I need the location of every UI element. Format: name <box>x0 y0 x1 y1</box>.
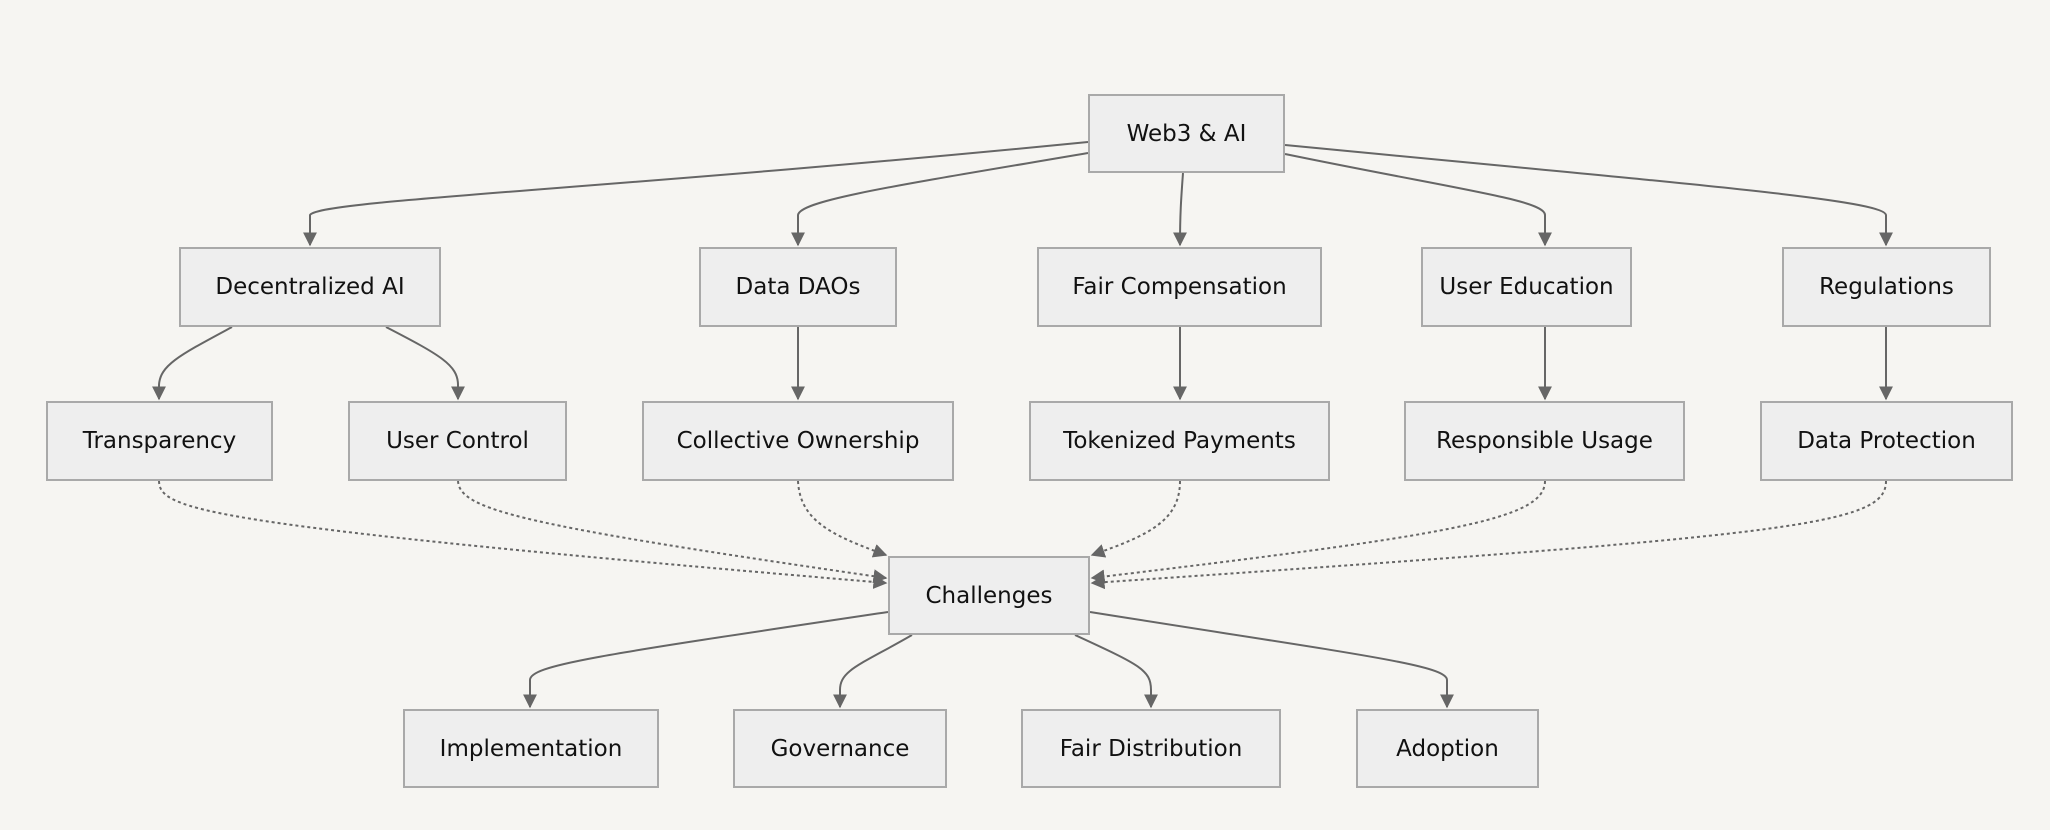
edge-root-to-dao <box>791 152 1089 247</box>
node-challenges: Challenges <box>888 556 1090 635</box>
edge-ch-to-im <box>523 611 889 709</box>
edge-dai-to-tr <box>152 326 233 401</box>
edge-dp-to-ch <box>1090 480 1887 590</box>
edge-ch-to-ad <box>1089 611 1454 709</box>
node-transparency: Transparency <box>46 401 273 481</box>
node-fair-compensation: Fair Compensation <box>1037 247 1322 327</box>
edge-root-to-dai <box>303 141 1089 247</box>
node-decentralized-ai: Decentralized AI <box>179 247 441 327</box>
edges-layer <box>152 141 1893 709</box>
edge-root-to-fc <box>1173 172 1188 247</box>
node-data-daos: Data DAOs <box>699 247 897 327</box>
node-adoption: Adoption <box>1356 709 1539 788</box>
edge-ru-to-ch <box>1090 480 1546 584</box>
node-web3-ai: Web3 & AI <box>1088 94 1285 173</box>
edge-tr-to-ch <box>158 480 888 589</box>
edge-root-to-ue <box>1284 153 1552 247</box>
edge-dai-to-uc <box>385 326 465 401</box>
node-responsible-usage: Responsible Usage <box>1404 401 1685 481</box>
edge-ch-to-gov <box>833 634 913 709</box>
node-governance: Governance <box>733 709 947 788</box>
node-implementation: Implementation <box>403 709 659 788</box>
node-fair-distribution: Fair Distribution <box>1021 709 1281 788</box>
node-regulations: Regulations <box>1782 247 1991 327</box>
node-tokenized-payments: Tokenized Payments <box>1029 401 1330 481</box>
node-data-protection: Data Protection <box>1760 401 2013 481</box>
edge-ch-to-fd <box>1074 634 1158 709</box>
node-user-control: User Control <box>348 401 567 481</box>
edge-root-to-reg <box>1284 144 1893 247</box>
node-collective-ownership: Collective Ownership <box>642 401 954 481</box>
edge-co-to-ch <box>797 480 888 558</box>
edge-tp-to-ch <box>1090 480 1181 558</box>
node-user-education: User Education <box>1421 247 1632 327</box>
